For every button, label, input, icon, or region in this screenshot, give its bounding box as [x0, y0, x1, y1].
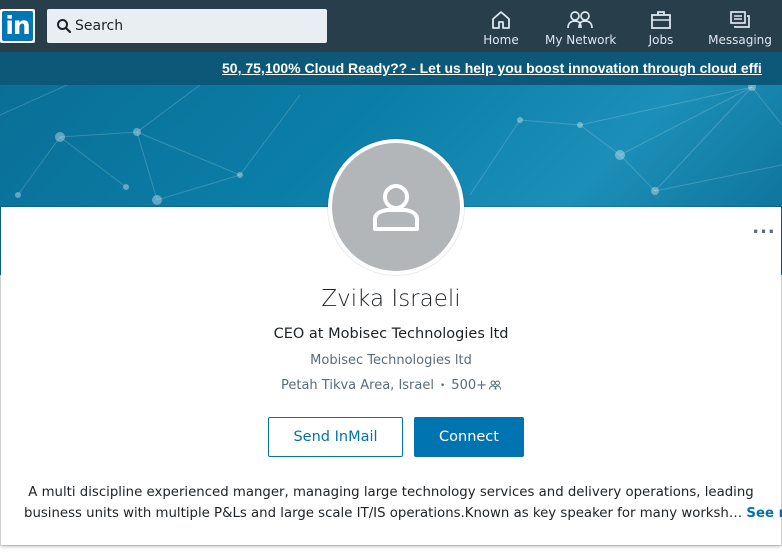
nav-home[interactable]: Home [481, 0, 521, 52]
more-options-icon: ... [752, 217, 776, 238]
profile-photo-frame [328, 139, 464, 275]
send-inmail-button[interactable]: Send InMail [268, 417, 403, 457]
summary-line-2: business units with multiple P&Ls and la… [24, 506, 743, 521]
profile-summary: A multi discipline experienced manger, m… [24, 482, 782, 524]
connect-button[interactable]: Connect [414, 417, 524, 457]
home-icon [492, 11, 510, 29]
nav-messaging-label: Messaging [708, 33, 772, 47]
logo-text: in [2, 11, 33, 41]
profile-location: Petah Tikva Area, Israel [280, 378, 434, 393]
nav-my-network[interactable]: My Network [545, 0, 617, 52]
nav-jobs-label: Jobs [648, 33, 674, 47]
people-icon [567, 11, 593, 29]
summary-line-1: A multi discipline experienced manger, m… [28, 485, 754, 500]
promo-banner: 50, 75,100% Cloud Ready?? - Let us help … [0, 52, 782, 85]
promo-link[interactable]: 50, 75,100% Cloud Ready?? - Let us help … [222, 60, 762, 76]
profile-company[interactable]: Mobisec Technologies ltd [0, 353, 782, 368]
nav-messaging[interactable]: Messaging [708, 0, 772, 52]
location-line: Petah Tikva Area, Israel • 500+ [0, 378, 782, 393]
summary-line-2-wrap: business units with multiple P&Ls and la… [24, 503, 782, 524]
connections-count[interactable]: 500+ [451, 378, 487, 393]
search-box[interactable] [47, 9, 327, 43]
see-more-link[interactable]: See more [746, 506, 782, 521]
more-options-button[interactable]: ... [752, 217, 776, 246]
linkedin-logo[interactable]: in [0, 9, 35, 43]
nav-jobs[interactable]: Jobs [641, 0, 681, 52]
separator-dot: • [439, 381, 446, 391]
profile-name: Zvika Israeli [321, 286, 461, 312]
top-nav: in Home My Network Jobs [0, 0, 782, 52]
nav-home-label: Home [483, 33, 519, 47]
search-icon [57, 19, 72, 34]
search-input[interactable] [75, 9, 320, 43]
connections-icon [489, 380, 502, 390]
messaging-icon [730, 11, 750, 28]
avatar[interactable] [332, 143, 460, 271]
profile-headline: CEO at Mobisec Technologies ltd [273, 326, 509, 342]
briefcase-icon [651, 11, 671, 29]
person-placeholder-icon [373, 184, 419, 231]
nav-my-network-label: My Network [545, 33, 617, 47]
